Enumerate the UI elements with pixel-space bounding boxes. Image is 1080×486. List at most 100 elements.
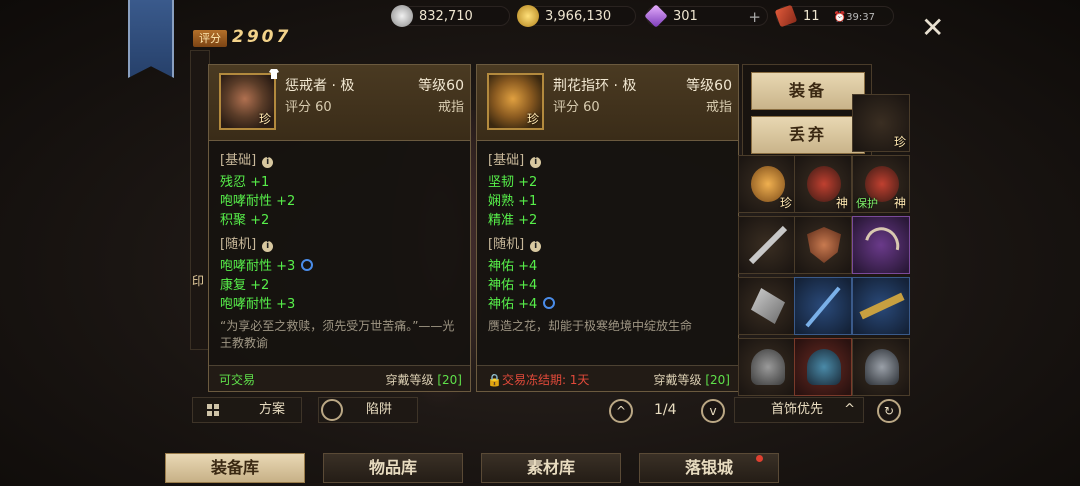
trap-label: 陷阱 xyxy=(366,402,393,417)
silver-currency: 832,710 xyxy=(391,5,510,27)
item-level: 等级60 xyxy=(418,78,464,94)
gold-currency: 3,966,130 xyxy=(517,5,636,27)
protect-badge: 保护 xyxy=(856,197,878,210)
grid-icon xyxy=(207,404,219,416)
inventory-slot[interactable] xyxy=(852,216,910,274)
tab-items[interactable]: 物品库 xyxy=(323,453,463,483)
tab-equipment[interactable]: 装备库 xyxy=(165,453,305,483)
tooltip-header: 珍 惩戒者 · 极 等级60 评分 60 戒指 xyxy=(209,65,470,141)
tooltip-footer: 🔒交易冻结期: 1天 穿戴等级 [20] xyxy=(477,365,738,391)
equip-button[interactable]: 装备 xyxy=(751,72,865,110)
diamond-currency[interactable]: 301 + xyxy=(644,4,768,28)
left-slot-column xyxy=(190,50,210,350)
left-slot-label: 印 xyxy=(192,274,205,288)
ring-icon: 珍 xyxy=(219,73,276,130)
inventory-slot[interactable] xyxy=(794,216,852,274)
trap-button[interactable]: 陷阱 xyxy=(318,397,418,423)
inventory-slot[interactable]: 珍 xyxy=(738,155,796,213)
inventory-slot[interactable] xyxy=(852,338,910,396)
helmet-icon xyxy=(751,349,785,385)
inventory-slot[interactable]: 珍 xyxy=(852,94,910,152)
score-value: 2907 xyxy=(232,27,292,47)
base-stat: 咆哮耐性 +2 xyxy=(220,194,296,209)
scheme-button[interactable]: 方案 xyxy=(192,397,302,423)
item-level: 等级60 xyxy=(686,78,732,94)
rarity-badge: 珍 xyxy=(893,135,906,149)
wear-level: 穿戴等级 [20] xyxy=(385,373,462,387)
sort-label: 首饰优先 xyxy=(771,402,824,417)
gauntlet-icon xyxy=(751,288,785,324)
bow-icon xyxy=(858,220,906,270)
rarity-badge: 神 xyxy=(835,196,848,210)
random-stat: 神佑 +4 xyxy=(488,259,538,274)
ticket-icon xyxy=(774,4,798,28)
base-stat: 精准 +2 xyxy=(488,213,538,228)
wear-level: 穿戴等级 [20] xyxy=(653,373,730,387)
random-stat: 康复 +2 xyxy=(220,278,270,293)
random-stat: 咆哮耐性 +3 xyxy=(220,297,296,312)
trade-freeze-status: 🔒交易冻结期: 1天 xyxy=(487,373,590,387)
ticket-amount: 11 xyxy=(803,9,820,24)
reroll-icon[interactable] xyxy=(543,297,556,309)
refresh-button[interactable]: ↻ xyxy=(877,399,901,423)
page-down-button[interactable]: v xyxy=(701,399,725,423)
inventory-slot[interactable] xyxy=(738,277,796,335)
random-stat: 神佑 +4 xyxy=(488,278,538,293)
trap-icon xyxy=(321,399,343,421)
ring-icon: 珍 xyxy=(487,73,544,130)
item-score: 评分 60 xyxy=(285,100,332,115)
tooltip-footer: 可交易 穿戴等级 [20] xyxy=(209,365,470,391)
scheme-label: 方案 xyxy=(259,402,286,417)
spear-icon xyxy=(805,286,841,328)
random-section-title: [随机] i xyxy=(220,233,274,252)
page-up-button[interactable]: ^ xyxy=(609,399,633,423)
inventory-slot[interactable] xyxy=(738,338,796,396)
close-icon[interactable]: ✕ xyxy=(921,14,944,42)
helmet-icon xyxy=(865,349,899,385)
rarity-badge: 珍 xyxy=(779,196,792,210)
random-section-title: [随机] i xyxy=(488,233,542,252)
random-stat: 咆哮耐性 +3 xyxy=(220,255,314,274)
ticket-timer: ⏰39:37 xyxy=(833,12,875,23)
add-diamond-icon[interactable]: + xyxy=(748,7,761,27)
info-icon[interactable]: i xyxy=(262,157,274,168)
item-lore: 赝造之花，却能于极寒绝境中绽放生命 xyxy=(488,319,693,333)
inventory-slot[interactable] xyxy=(738,216,796,274)
base-stat: 积聚 +2 xyxy=(220,213,270,228)
item-slot: 戒指 xyxy=(705,100,732,115)
discard-button[interactable]: 丢弃 xyxy=(751,116,865,154)
page-indicator: 1/4 xyxy=(654,402,677,418)
base-stat: 坚韧 +2 xyxy=(488,175,538,190)
tab-materials[interactable]: 素材库 xyxy=(481,453,621,483)
inventory-slot[interactable] xyxy=(852,277,910,335)
notification-dot xyxy=(756,455,763,462)
inventory-slot[interactable] xyxy=(794,277,852,335)
info-icon[interactable]: i xyxy=(262,241,274,252)
silver-amount: 832,710 xyxy=(419,9,473,24)
base-section-title: [基础] i xyxy=(488,149,542,168)
item-name: 惩戒者 · 极 xyxy=(285,78,355,94)
inventory-slot[interactable]: 保护 神 xyxy=(852,155,910,213)
selected-item-tooltip: 珍 荆花指环 · 极 等级60 评分 60 戒指 [基础] i 坚韧 +2 娴熟 … xyxy=(476,64,739,392)
trade-status: 可交易 xyxy=(219,373,256,387)
info-icon[interactable]: i xyxy=(530,241,542,252)
shield-icon xyxy=(807,227,841,263)
item-slot: 戒指 xyxy=(437,100,464,115)
item-lore: “为享必至之救赎，须先受万世苦痛。”——光王教教谕 xyxy=(220,319,455,350)
equipped-item-tooltip: 珍 惩戒者 · 极 等级60 评分 60 戒指 [基础] i 残忍 +1 咆哮耐性… xyxy=(208,64,471,392)
rarity-badge: 神 xyxy=(893,196,906,210)
diamond-amount: 301 xyxy=(673,9,698,24)
random-stat: 神佑 +4 xyxy=(488,293,556,312)
reroll-icon[interactable] xyxy=(301,259,314,271)
diamond-icon xyxy=(644,4,668,28)
rarity-badge: 珍 xyxy=(526,112,539,126)
info-icon[interactable]: i xyxy=(530,157,542,168)
gold-coin-icon xyxy=(517,5,539,27)
item-score: 评分 60 xyxy=(553,100,600,115)
inventory-slot[interactable] xyxy=(794,338,852,396)
chevron-up-icon: ^ xyxy=(844,402,855,417)
score-label: 评分 xyxy=(193,30,227,47)
inventory-slot[interactable]: 神 xyxy=(794,155,852,213)
sort-dropdown[interactable]: 首饰优先 ^ xyxy=(734,397,864,423)
gold-amount: 3,966,130 xyxy=(545,9,612,24)
